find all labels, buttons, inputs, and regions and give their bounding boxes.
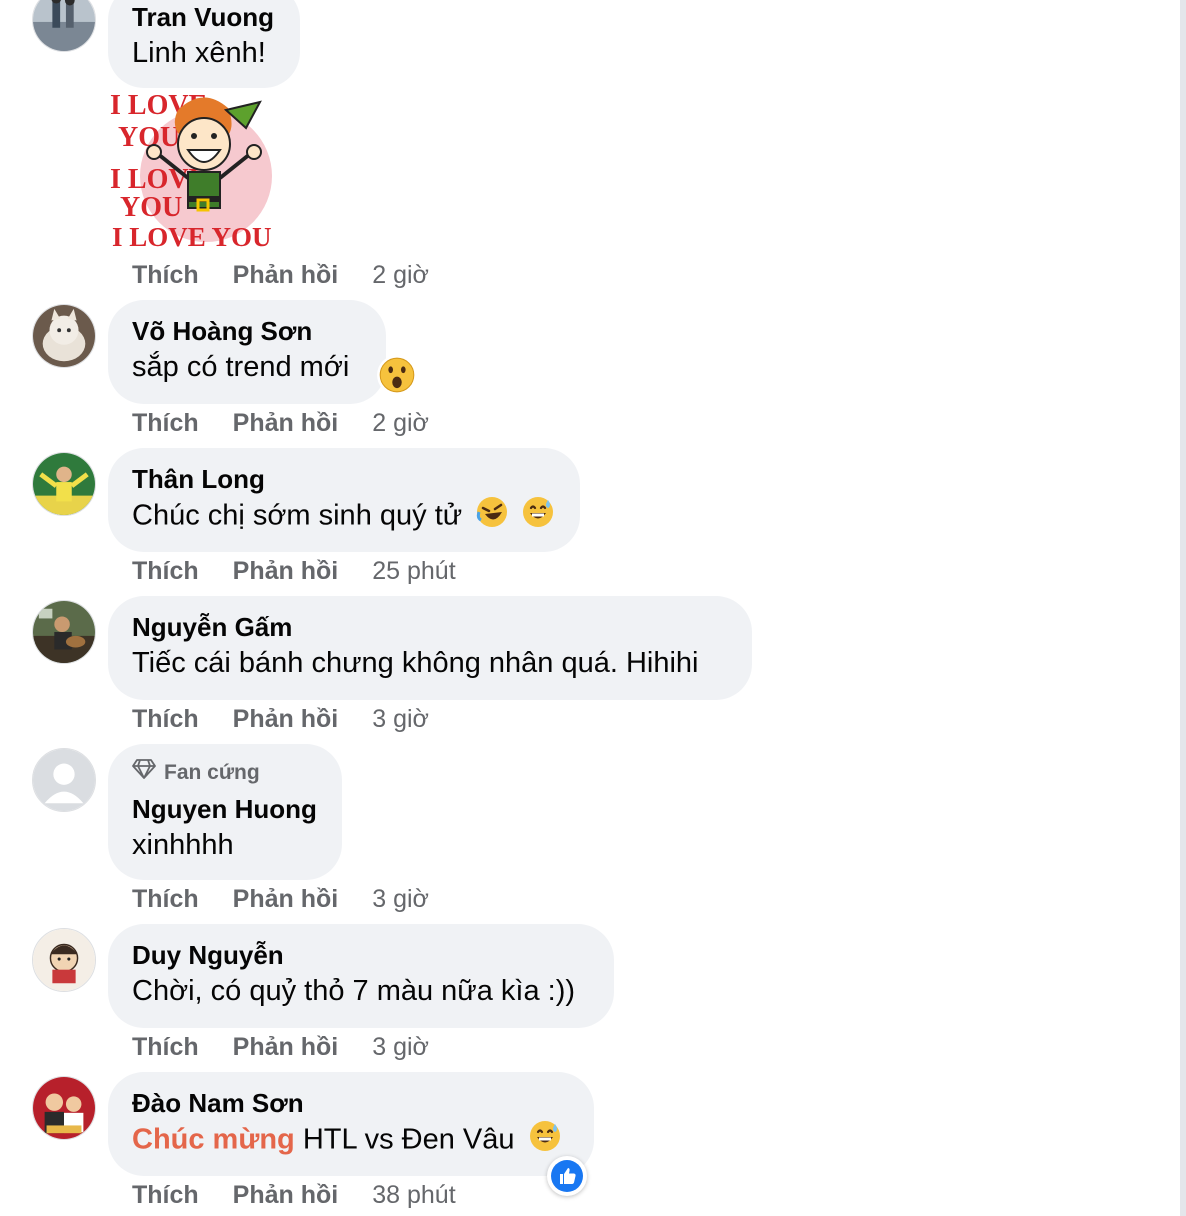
comment-bubble: Võ Hoàng Sơn sắp có trend mới <box>108 300 386 404</box>
sticker-line: I LOVE YOU! <box>112 222 272 252</box>
comment-actions: Thích Phản hồi 38 phút <box>132 1180 456 1210</box>
sticker-line: YOU <box>120 192 182 223</box>
avatar[interactable] <box>32 600 96 664</box>
comment-text: Tiếc cái bánh chưng không nhân quá. Hihi… <box>132 647 699 679</box>
comment-text: Chời, có quỷ thỏ 7 màu nữa kìa :)) <box>132 975 576 1007</box>
comment-time[interactable]: 2 giờ <box>372 260 429 290</box>
like-link[interactable]: Thích <box>132 704 199 734</box>
avatar[interactable] <box>32 452 96 516</box>
like-link[interactable]: Thích <box>132 408 199 438</box>
comment-bubble: Tran Vuong Linh xênh! <box>108 0 300 88</box>
comment-time[interactable]: 25 phút <box>372 556 455 586</box>
comment-actions: Thích Phản hồi 2 giờ <box>132 260 429 290</box>
comment-author[interactable]: Thân Long <box>132 462 556 496</box>
comment-bubble: Duy Nguyễn Chời, có quỷ thỏ 7 màu nữa kì… <box>108 924 614 1028</box>
avatar[interactable] <box>32 928 96 992</box>
thumbs-up-icon <box>551 1160 583 1192</box>
comment-author[interactable]: Tran Vuong <box>132 0 276 34</box>
comment-actions: Thích Phản hồi 3 giờ <box>132 884 429 914</box>
scrollbar[interactable] <box>1180 0 1186 1216</box>
avatar[interactable] <box>32 748 96 812</box>
i-love-you-sticker: I LOVE YOU I LOVE YOU I LOVE YOU! <box>108 88 281 252</box>
like-link[interactable]: Thích <box>132 556 199 586</box>
comment-actions: Thích Phản hồi 3 giờ <box>132 1032 429 1062</box>
comment-bubble: Fan cứng Nguyen Huong xinhhhh <box>108 744 342 880</box>
reply-link[interactable]: Phản hồi <box>233 884 339 914</box>
reply-link[interactable]: Phản hồi <box>233 260 339 290</box>
fan-badge-label: Fan cứng <box>164 761 260 784</box>
avatar[interactable] <box>32 304 96 368</box>
comment-author[interactable]: Võ Hoàng Sơn <box>132 314 362 348</box>
comment-author[interactable]: Duy Nguyễn <box>132 938 590 972</box>
fan-badge[interactable]: Fan cứng <box>132 758 318 788</box>
diamond-icon <box>132 758 156 788</box>
highlighted-text[interactable]: Chúc mừng <box>132 1124 295 1156</box>
comment-time[interactable]: 2 giờ <box>372 408 429 438</box>
reply-link[interactable]: Phản hồi <box>233 408 339 438</box>
comment-time[interactable]: 3 giờ <box>372 1032 429 1062</box>
avatar[interactable] <box>32 1076 96 1140</box>
comment-actions: Thích Phản hồi 25 phút <box>132 556 456 586</box>
grinning-sweat-face-icon <box>522 496 554 538</box>
comment-text: Chúc chị sớm sinh quý tử <box>132 496 556 538</box>
reply-link[interactable]: Phản hồi <box>233 556 339 586</box>
comment-time[interactable]: 3 giờ <box>372 884 429 914</box>
like-link[interactable]: Thích <box>132 1032 199 1062</box>
comment-text: Linh xênh! <box>132 37 266 69</box>
avatar[interactable] <box>32 0 96 52</box>
comment-text-content: HTL vs Đen Vâu <box>294 1123 515 1156</box>
like-link[interactable]: Thích <box>132 884 199 914</box>
comment-text: xinhhhh <box>132 829 234 861</box>
comment-text: Chúc mừng HTL vs Đen Vâu <box>132 1120 570 1162</box>
like-link[interactable]: Thích <box>132 1180 199 1210</box>
comment-time[interactable]: 3 giờ <box>372 704 429 734</box>
comment-author[interactable]: Nguyễn Gấm <box>132 610 728 644</box>
like-reaction-badge[interactable] <box>547 1156 587 1196</box>
reply-link[interactable]: Phản hồi <box>233 704 339 734</box>
like-link[interactable]: Thích <box>132 260 199 290</box>
comment-text: sắp có trend mới <box>132 348 362 386</box>
comment-text-content: Chúc chị sớm sinh quý tử <box>132 499 463 532</box>
comment-text-content: sắp có trend mới <box>132 351 350 383</box>
comment-bubble: Thân Long Chúc chị sớm sinh quý tử <box>108 448 580 552</box>
comment-bubble: Nguyễn Gấm Tiếc cái bánh chưng không nhâ… <box>108 596 752 700</box>
reply-link[interactable]: Phản hồi <box>233 1032 339 1062</box>
comment-actions: Thích Phản hồi 2 giờ <box>132 408 429 438</box>
surprised-face-icon <box>376 354 418 401</box>
comment-actions: Thích Phản hồi 3 giờ <box>132 704 429 734</box>
rolling-laughing-face-icon <box>476 496 508 538</box>
comment-author[interactable]: Đào Nam Sơn <box>132 1086 570 1120</box>
grinning-sweat-face-icon <box>529 1120 561 1162</box>
comment-time[interactable]: 38 phút <box>372 1180 455 1210</box>
reply-link[interactable]: Phản hồi <box>233 1180 339 1210</box>
comment-author[interactable]: Nguyen Huong <box>132 792 318 826</box>
comment-bubble: Đào Nam Sơn Chúc mừng HTL vs Đen Vâu <box>108 1072 594 1176</box>
